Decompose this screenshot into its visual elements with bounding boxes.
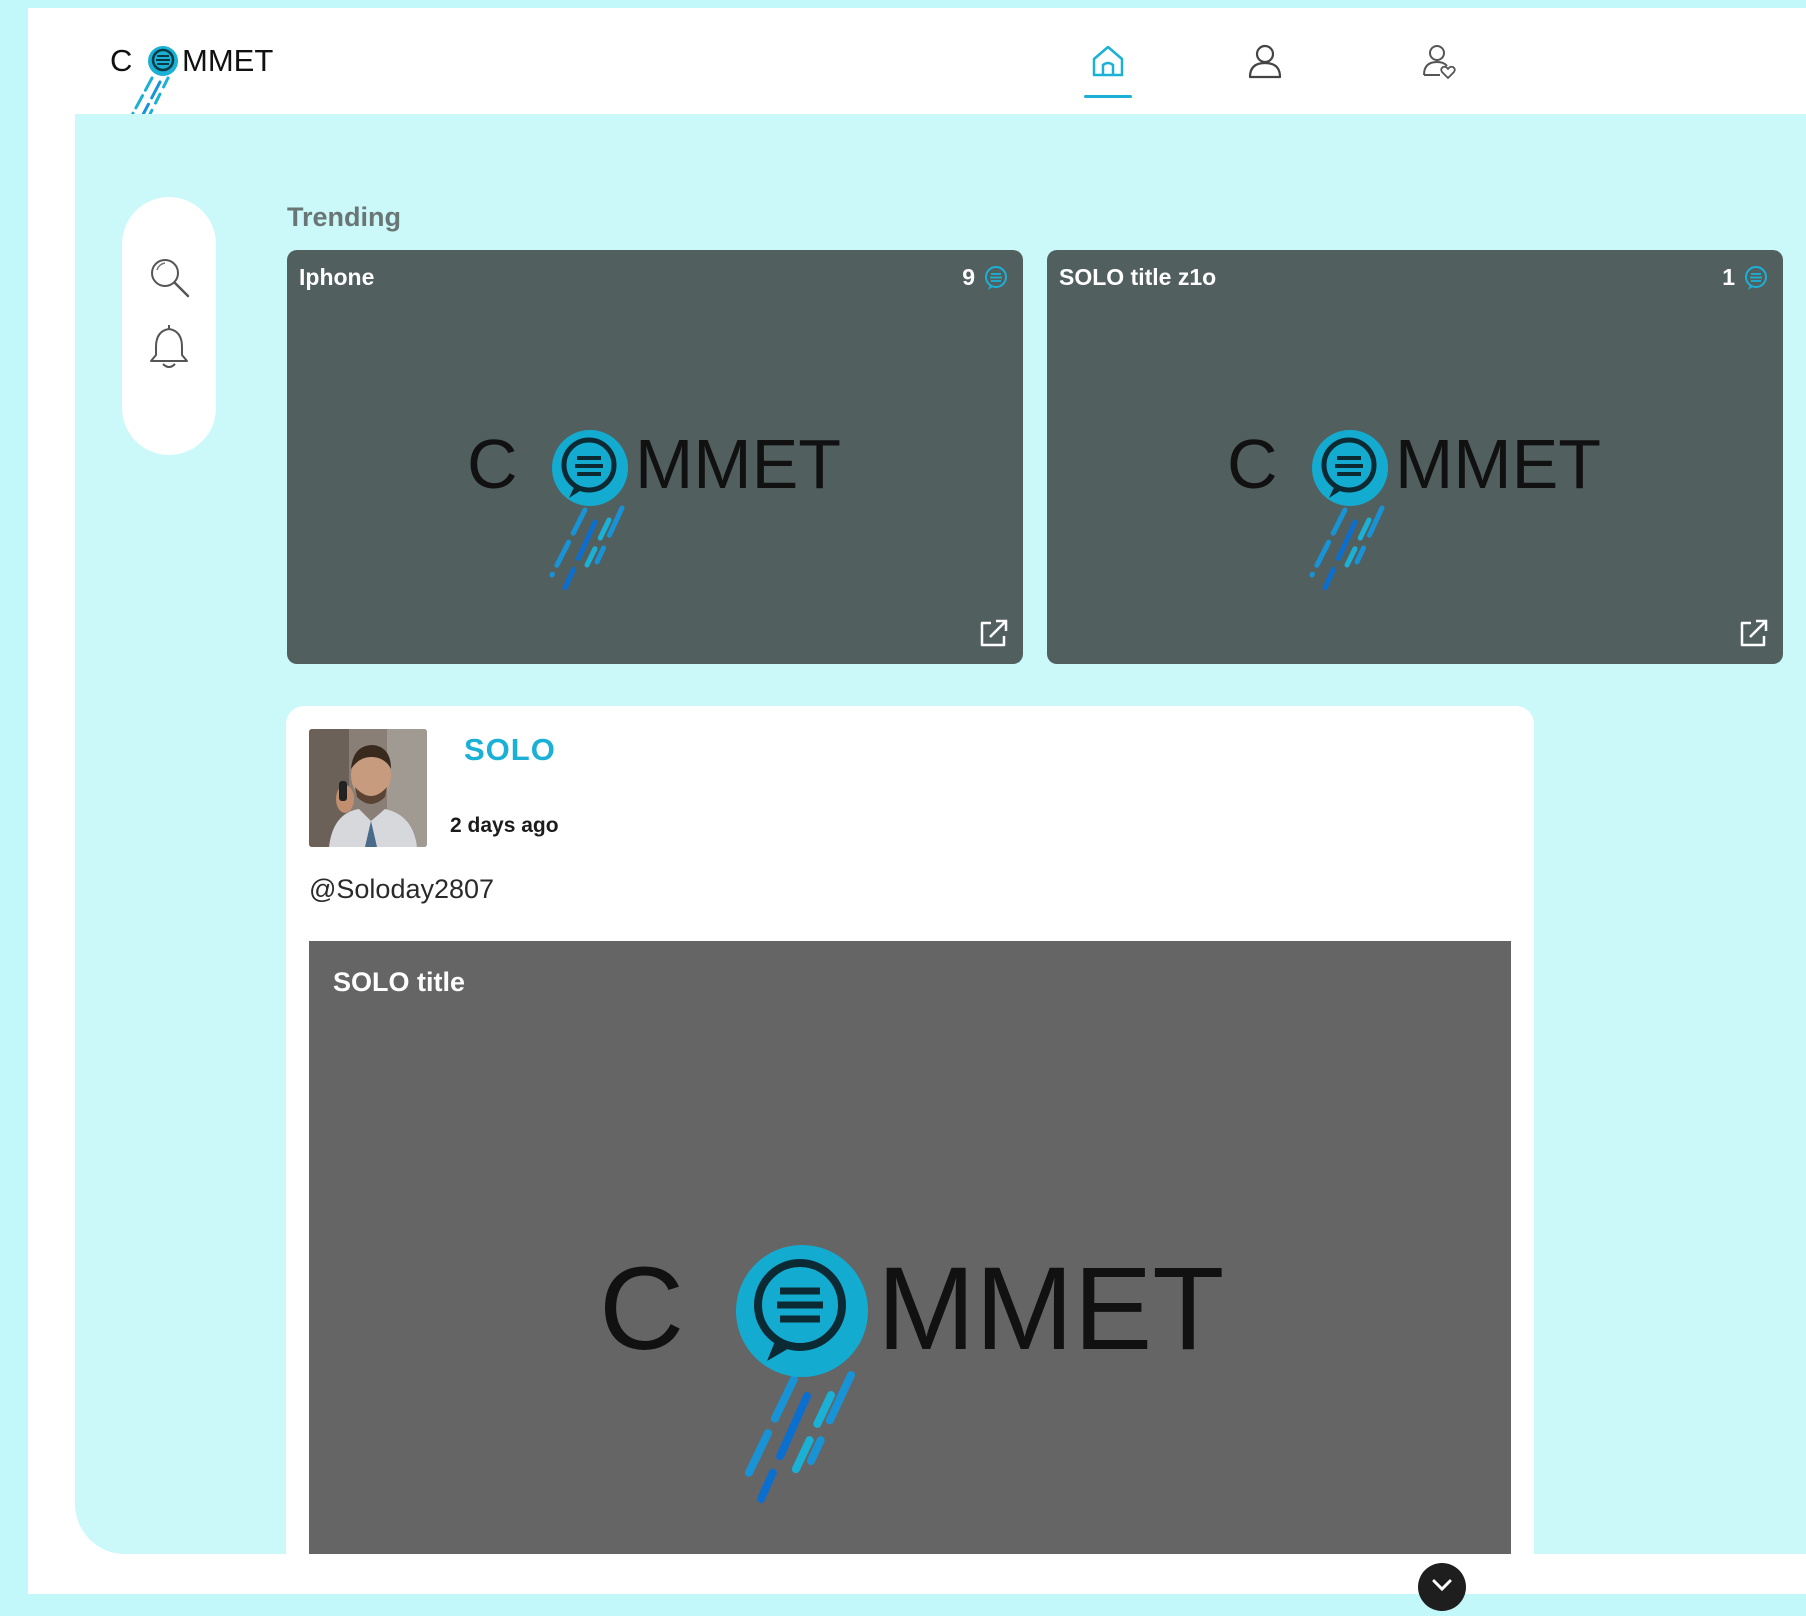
- commet-logo-image: C MMET: [599, 1243, 1224, 1503]
- post-author-name[interactable]: SOLO: [464, 732, 556, 768]
- author-avatar[interactable]: [309, 729, 427, 847]
- trending-card[interactable]: Iphone 9 C MMET: [287, 250, 1023, 664]
- nav-home-button[interactable]: [1076, 26, 1140, 98]
- bell-icon: [150, 325, 188, 368]
- external-link-icon[interactable]: [975, 616, 1011, 652]
- top-header: C MMET: [28, 8, 1806, 132]
- svg-text:C: C: [599, 1243, 684, 1375]
- nav-profile-button[interactable]: [1233, 26, 1297, 96]
- svg-text:MMET: MMET: [1395, 425, 1601, 503]
- logo-letters: MMET: [182, 43, 273, 78]
- app-frame: C MMET Trending Iphone 9 C MMET SOLO tit…: [28, 8, 1806, 1594]
- comment-count: 1: [1722, 264, 1735, 290]
- post-timestamp: 2 days ago: [450, 814, 559, 837]
- user-icon: [1248, 44, 1282, 79]
- trending-card-count: 9: [962, 264, 1009, 291]
- user-heart-icon: [1423, 45, 1456, 79]
- logo-letter-c: C: [110, 43, 132, 78]
- svg-text:C: C: [467, 425, 518, 503]
- comment-bubble-icon: [985, 265, 1007, 290]
- trending-heading: Trending: [287, 202, 401, 232]
- post-media[interactable]: SOLO title C MMET: [309, 941, 1511, 1554]
- post-handle[interactable]: @Soloday2807: [309, 874, 494, 905]
- trending-card-title: Iphone: [299, 264, 375, 290]
- notifications-button[interactable]: [144, 323, 194, 373]
- trending-card[interactable]: SOLO title z1o 1 C MMET: [1047, 250, 1783, 664]
- commet-logo-image: C MMET: [1227, 425, 1601, 590]
- search-button[interactable]: [144, 252, 194, 302]
- chevron-down-icon: [1432, 1579, 1452, 1592]
- trending-card-title: SOLO title z1o: [1059, 264, 1217, 290]
- post-media-title: SOLO title: [333, 967, 466, 997]
- svg-text:C: C: [1227, 425, 1278, 503]
- external-link-icon[interactable]: [1735, 616, 1771, 652]
- nav-following-button[interactable]: [1408, 26, 1472, 96]
- home-icon: [1092, 45, 1124, 77]
- search-icon: [151, 259, 190, 298]
- comment-count: 9: [962, 264, 975, 290]
- commet-logo-image: C MMET: [467, 425, 841, 590]
- svg-text:MMET: MMET: [877, 1243, 1224, 1375]
- scroll-down-button[interactable]: [1418, 1563, 1466, 1611]
- comment-bubble-icon: [1745, 265, 1767, 290]
- feed-post: SOLO 2 days ago @Soloday2807 SOLO title …: [286, 706, 1534, 1554]
- main-content: Trending Iphone 9 C MMET SOLO title z1o …: [75, 114, 1806, 1554]
- svg-text:MMET: MMET: [635, 425, 841, 503]
- trending-card-count: 1: [1722, 264, 1769, 291]
- side-toolbar: [122, 197, 216, 455]
